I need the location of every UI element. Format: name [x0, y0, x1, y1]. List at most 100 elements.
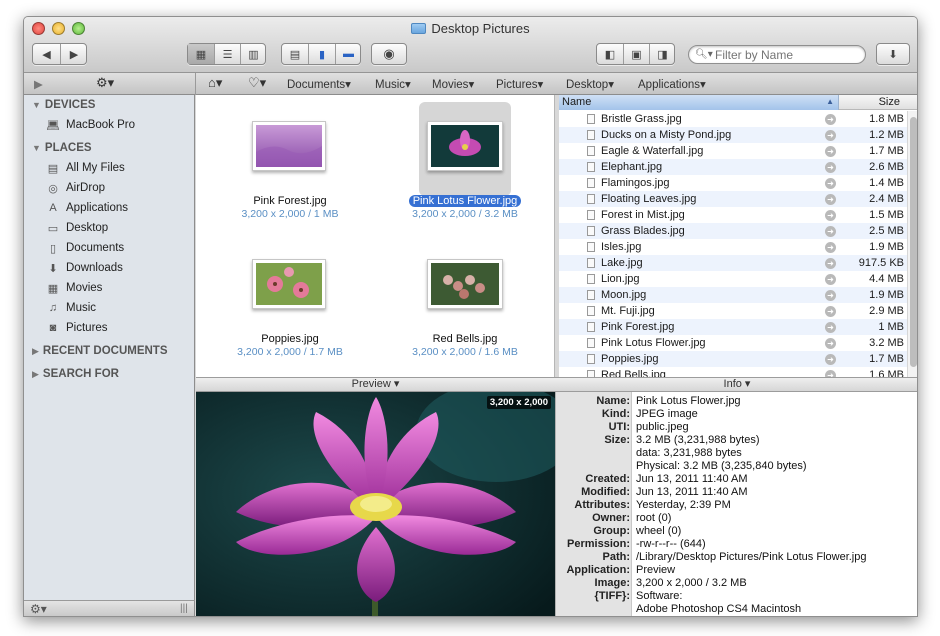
split-horizontal-icon: ▬ — [343, 48, 354, 60]
reveal-arrow-icon[interactable]: ➜ — [825, 162, 836, 173]
vertical-scrollbar[interactable] — [907, 111, 917, 377]
reveal-arrow-icon[interactable]: ➜ — [825, 274, 836, 285]
pane-right-icon: ◨ — [657, 48, 668, 61]
file-icon — [587, 130, 595, 140]
thumbnail-red-bells[interactable] — [427, 259, 503, 309]
thumbnail-pink-lotus-flower[interactable] — [427, 121, 503, 171]
sidebar-item-downloads[interactable]: ⬇ Downloads — [46, 260, 123, 276]
column-header-name[interactable]: Name ▲ — [559, 95, 839, 110]
action-gear-icon[interactable]: ⚙▾ — [96, 75, 114, 91]
path-item-desktop[interactable]: Desktop▾ — [566, 77, 614, 91]
reveal-arrow-icon[interactable]: ➜ — [825, 178, 836, 189]
thumbnail-pink-forest[interactable] — [252, 121, 326, 171]
sidebar-toggle-icon[interactable]: ▶ — [34, 77, 43, 91]
table-row[interactable]: Eagle & Waterfall.jpg ➜ 1.7 MB — [559, 143, 907, 159]
table-row[interactable]: Lake.jpg ➜ 917.5 KB — [559, 255, 907, 271]
sidebar-header-recent-documents[interactable]: ▶ RECENT DOCUMENTS — [32, 345, 168, 357]
reveal-arrow-icon[interactable]: ➜ — [825, 306, 836, 317]
column-header-size[interactable]: Size — [841, 95, 906, 110]
desktop-icon: ▭ — [47, 222, 59, 235]
lotus-preview-image — [196, 392, 555, 616]
movies-icon: ▦ — [47, 282, 59, 295]
reveal-arrow-icon[interactable]: ➜ — [825, 338, 836, 349]
download-button[interactable]: ⬇ — [876, 43, 910, 65]
table-row[interactable]: Ducks on a Misty Pond.jpg ➜ 1.2 MB — [559, 127, 907, 143]
sidebar-item-movies[interactable]: ▦ Movies — [46, 280, 103, 296]
scrollbar-thumb[interactable] — [910, 117, 917, 367]
sidebar-item-desktop[interactable]: ▭ Desktop — [46, 220, 108, 236]
file-size: 1.7 MB — [869, 353, 904, 365]
reveal-arrow-icon[interactable]: ➜ — [825, 146, 836, 157]
table-row[interactable]: Poppies.jpg ➜ 1.7 MB — [559, 351, 907, 367]
sidebar-item-pictures[interactable]: ◙ Pictures — [46, 320, 108, 336]
file-name-red-bells[interactable]: Red Bells.jpg — [380, 333, 550, 345]
file-name: Eagle & Waterfall.jpg — [601, 145, 704, 157]
table-row[interactable]: Forest in Mist.jpg ➜ 1.5 MB — [559, 207, 907, 223]
forward-button[interactable]: ▶ — [60, 44, 87, 64]
table-row[interactable]: Pink Lotus Flower.jpg ➜ 3.2 MB — [559, 335, 907, 351]
split-vertical-icon: ▮ — [318, 48, 326, 61]
home-icon[interactable]: ⌂▾ — [208, 75, 222, 91]
reveal-arrow-icon[interactable]: ➜ — [825, 354, 836, 365]
file-name-poppies[interactable]: Poppies.jpg — [205, 333, 375, 345]
path-item-applications[interactable]: Applications▾ — [638, 77, 706, 91]
split-view-button[interactable]: ▮ — [308, 44, 335, 64]
sidebar-item-airdrop[interactable]: ◎ AirDrop — [46, 180, 105, 196]
table-row[interactable]: Mt. Fuji.jpg ➜ 2.9 MB — [559, 303, 907, 319]
info-header[interactable]: Info ▾ — [555, 377, 917, 392]
back-button[interactable]: ◀ — [33, 44, 60, 64]
quicklook-button[interactable]: ◉ — [371, 43, 407, 65]
thumbnail-poppies[interactable] — [252, 259, 326, 309]
pane-right-button[interactable]: ◨ — [649, 44, 675, 64]
sidebar-item-applications[interactable]: A Applications — [46, 200, 128, 216]
all-files-icon: ▤ — [47, 162, 59, 175]
sidebar-item-documents[interactable]: ▯ Documents — [46, 240, 124, 256]
file-icon — [587, 338, 595, 348]
search-field[interactable]: 🔍︎▾ — [688, 45, 866, 64]
table-row[interactable]: Isles.jpg ➜ 1.9 MB — [559, 239, 907, 255]
favorites-heart-icon[interactable]: ♡▾ — [248, 75, 266, 91]
sidebar-item-all-my-files[interactable]: ▤ All My Files — [46, 160, 125, 176]
reveal-arrow-icon[interactable]: ➜ — [825, 290, 836, 301]
reveal-arrow-icon[interactable]: ➜ — [825, 194, 836, 205]
table-row[interactable]: Bristle Grass.jpg ➜ 1.8 MB — [559, 111, 907, 127]
file-name: Pink Lotus Flower.jpg — [601, 337, 706, 349]
table-row[interactable]: Moon.jpg ➜ 1.9 MB — [559, 287, 907, 303]
reveal-arrow-icon[interactable]: ➜ — [825, 258, 836, 269]
list-view-button[interactable]: ☰ — [214, 44, 240, 64]
search-input[interactable] — [715, 47, 860, 62]
table-row[interactable]: Flamingos.jpg ➜ 1.4 MB — [559, 175, 907, 191]
sidebar-item-macbook-pro[interactable]: 💻︎ MacBook Pro — [46, 117, 135, 133]
preview-header[interactable]: Preview ▾ — [196, 377, 555, 392]
reveal-arrow-icon[interactable]: ➜ — [825, 322, 836, 333]
file-name-pink-lotus-flower[interactable]: Pink Lotus Flower.jpg — [380, 195, 550, 207]
table-row[interactable]: Elephant.jpg ➜ 2.6 MB — [559, 159, 907, 175]
icon-view-button[interactable]: ▦ — [188, 44, 214, 64]
table-row[interactable]: Grass Blades.jpg ➜ 2.5 MB — [559, 223, 907, 239]
reveal-arrow-icon[interactable]: ➜ — [825, 242, 836, 253]
path-item-pictures[interactable]: Pictures▾ — [496, 77, 543, 91]
sidebar-item-music[interactable]: ♫ Music — [46, 300, 96, 316]
table-row[interactable]: Pink Forest.jpg ➜ 1 MB — [559, 319, 907, 335]
column-view-button[interactable]: ▥ — [240, 44, 266, 64]
file-name-pink-forest[interactable]: Pink Forest.jpg — [205, 195, 375, 207]
reveal-arrow-icon[interactable]: ➜ — [825, 114, 836, 125]
resize-grip-icon[interactable]: ||| — [180, 603, 188, 614]
reveal-arrow-icon[interactable]: ➜ — [825, 130, 836, 141]
table-row[interactable]: Lion.jpg ➜ 4.4 MB — [559, 271, 907, 287]
sidebar-header-search-for[interactable]: ▶ SEARCH FOR — [32, 368, 119, 380]
table-row[interactable]: Floating Leaves.jpg ➜ 2.4 MB — [559, 191, 907, 207]
sidebar-action-gear-icon[interactable]: ⚙▾ — [30, 602, 47, 616]
dimensions-badge: 3,200 x 2,000 — [486, 396, 551, 409]
split-horizontal-button[interactable]: ▬ — [335, 44, 361, 64]
path-item-movies[interactable]: Movies▾ — [432, 77, 474, 91]
path-item-music[interactable]: Music▾ — [375, 77, 411, 91]
pane-center-button[interactable]: ▣ — [623, 44, 649, 64]
path-item-documents[interactable]: Documents▾ — [287, 77, 351, 91]
reveal-arrow-icon[interactable]: ➜ — [825, 210, 836, 221]
pane-left-button[interactable]: ◧ — [597, 44, 623, 64]
sidebar-header-devices[interactable]: ▼ DEVICES — [32, 99, 95, 111]
reveal-arrow-icon[interactable]: ➜ — [825, 226, 836, 237]
sidebar-header-places[interactable]: ▼ PLACES — [32, 142, 92, 154]
coverflow-button[interactable]: ▤ — [282, 44, 308, 64]
